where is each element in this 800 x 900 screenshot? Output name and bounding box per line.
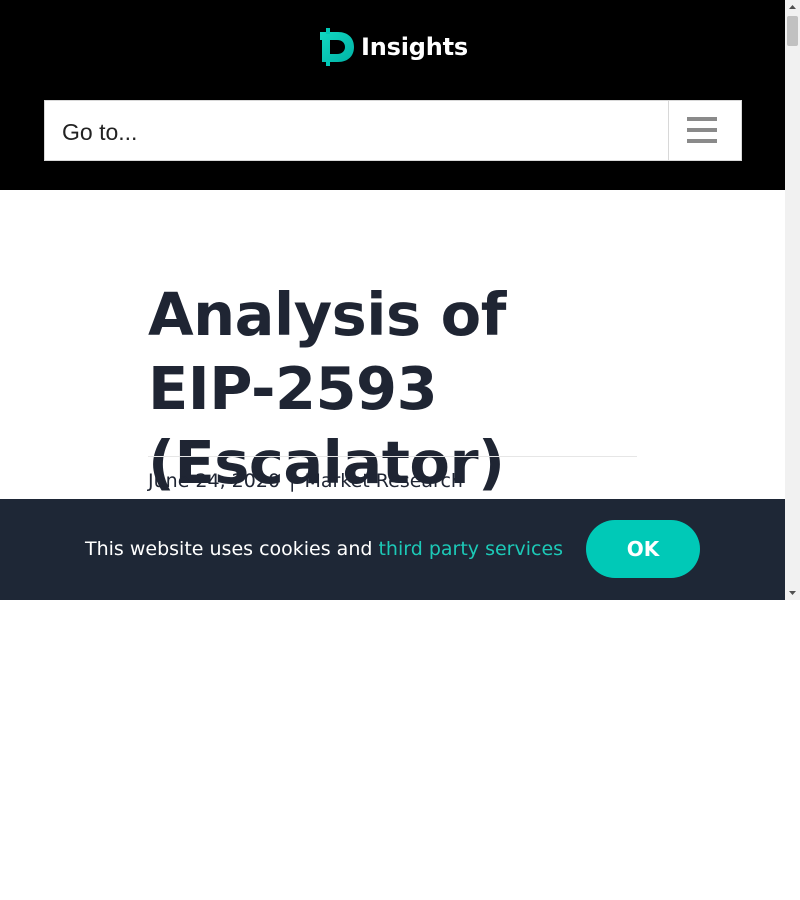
article-category-link[interactable]: Market Research bbox=[304, 470, 463, 492]
cookie-message: This website uses cookies and third part… bbox=[85, 534, 563, 564]
cookie-message-text: This website uses cookies and bbox=[85, 538, 379, 560]
browser-viewport: Insights Go to... Analysis of EIP-2593 (… bbox=[0, 0, 800, 600]
goto-nav-label: Go to... bbox=[62, 119, 138, 145]
article-meta: June 24, 2020 | Market Research bbox=[148, 466, 463, 496]
logo-text: Insights bbox=[361, 33, 468, 61]
hamburger-menu-icon[interactable] bbox=[687, 117, 717, 143]
scroll-up-arrow-icon[interactable] bbox=[785, 0, 800, 15]
cookie-ok-button[interactable]: OK bbox=[586, 520, 700, 578]
title-divider bbox=[148, 456, 637, 457]
page-scrollbar[interactable] bbox=[785, 0, 800, 600]
site-header: Insights Go to... bbox=[0, 0, 785, 190]
site-logo[interactable]: Insights bbox=[318, 28, 468, 66]
scrollbar-thumb[interactable] bbox=[787, 16, 798, 46]
scroll-down-arrow-icon[interactable] bbox=[785, 585, 800, 600]
insights-logo-icon bbox=[320, 28, 354, 66]
meta-separator: | bbox=[289, 470, 296, 492]
goto-divider bbox=[668, 101, 669, 160]
third-party-services-link[interactable]: third party services bbox=[378, 538, 563, 560]
cookie-banner: This website uses cookies and third part… bbox=[0, 499, 785, 600]
goto-nav-select[interactable]: Go to... bbox=[44, 100, 742, 161]
article-date: June 24, 2020 bbox=[148, 470, 281, 492]
